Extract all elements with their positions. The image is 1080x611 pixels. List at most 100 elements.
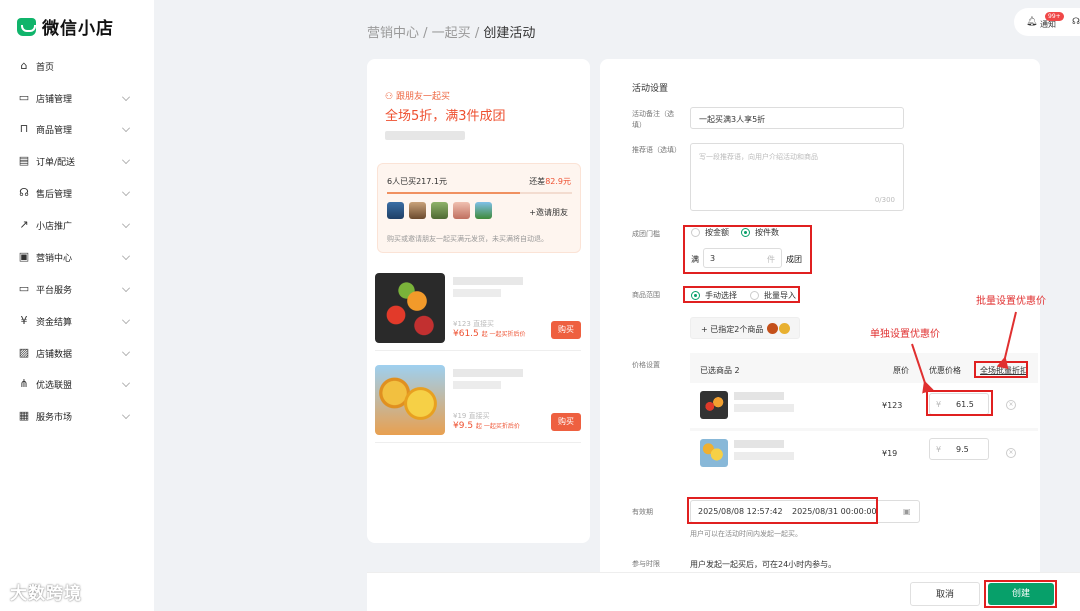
chevron-down-icon[interactable] — [122, 124, 130, 132]
section-title: 活动设置 — [632, 84, 669, 94]
sidebar-item[interactable]: ⊓ 商品管理 — [0, 113, 154, 145]
validity-hint: 用户可以在活动时间内发起一起买。 — [690, 530, 802, 538]
buy-button[interactable]: 购买 — [551, 413, 581, 431]
chevron-down-icon[interactable] — [122, 93, 130, 101]
radio-by-amount[interactable]: 按金额 — [691, 227, 729, 238]
preview-product: ¥123 直接买 ¥61.5 起 一起买折后价 购买 — [375, 269, 581, 351]
chevron-down-icon[interactable] — [122, 220, 130, 228]
sidebar-item-label: 商品管理 — [36, 126, 73, 136]
sidebar-item[interactable]: ▣ 营销中心 — [0, 241, 154, 273]
shop-bag-icon — [17, 17, 36, 36]
radio-dot — [691, 228, 700, 237]
calendar-icon[interactable]: ▣ — [903, 507, 911, 516]
product-name-blurred — [453, 277, 523, 285]
cancel-button[interactable]: 取消 — [910, 582, 980, 606]
sidebar-item[interactable]: ▨ 店铺数据 — [0, 337, 154, 369]
product-image — [375, 273, 445, 343]
sidebar: 微信小店 ⌂ 首页 ▭ 店铺管理 ⊓ 商品管理 ▤ 订单/配送 ☊ 售后管理 ↗ 小店推广 ▣ 营销中心 ▭… — [0, 0, 154, 611]
progress-tip: 购买或邀请朋友一起买满元发货，未买满将自动退。 — [387, 235, 548, 243]
sidebar-item-label: 小店推广 — [36, 222, 73, 232]
remove-icon[interactable]: × — [1006, 400, 1016, 410]
breadcrumb-separator: / — [419, 26, 432, 41]
chevron-down-icon[interactable] — [122, 284, 130, 292]
selected-products-label: + 已指定2个商品 — [701, 325, 764, 334]
bell-icon[interactable]: 🔔︎ — [1026, 17, 1037, 27]
network-icon: ⋔ — [19, 377, 29, 390]
sidebar-item-label: 售后管理 — [36, 190, 73, 200]
sidebar-item[interactable]: ¥ 资金结算 — [0, 305, 154, 337]
market-icon: ▦ — [18, 409, 30, 422]
preview-header-text: 跟朋友一起买 — [395, 92, 450, 102]
sidebar-item[interactable]: ▤ 订单/配送 — [0, 145, 154, 177]
chevron-down-icon[interactable] — [122, 188, 130, 196]
remark-label: 活动备注（选填） — [632, 110, 674, 129]
product-thumb — [700, 439, 728, 467]
breadcrumb: 营销中心 / 一起买 / 创建活动 — [367, 22, 535, 41]
sidebar-item[interactable]: ⌂ 首页 — [0, 50, 154, 82]
col-selected-products: 已选商品 2 — [700, 366, 740, 375]
sidebar-item[interactable]: ⋔ 优选联盟 — [0, 368, 154, 400]
product-name-blurred — [453, 369, 523, 377]
breadcrumb-group-buy[interactable]: 一起买 — [432, 26, 471, 41]
invite-friends-button[interactable]: +邀请朋友 — [529, 207, 568, 218]
discount-value: 9.5 — [956, 445, 969, 454]
headset-icon[interactable]: ☊ — [1072, 17, 1080, 27]
app-logo[interactable]: 微信小店 — [17, 14, 114, 39]
radio-label: 手动选择 — [705, 291, 737, 300]
radio-batch-import[interactable]: 批量导入 — [750, 290, 796, 301]
breadcrumb-marketing[interactable]: 营销中心 — [367, 26, 419, 41]
chevron-down-icon[interactable] — [122, 252, 130, 260]
join-limit-label: 参与时限 — [632, 560, 660, 568]
sidebar-item[interactable]: ▭ 平台服务 — [0, 273, 154, 305]
recommend-placeholder: 写一段推荐语，向用户介绍活动和商品 — [699, 153, 818, 161]
chevron-down-icon[interactable] — [122, 156, 130, 164]
threshold-quantity-input[interactable]: 3 件 — [703, 248, 782, 268]
product-thumb — [767, 323, 778, 334]
create-button[interactable]: 创建 — [988, 583, 1054, 605]
sidebar-item[interactable]: ▦ 服务市场 — [0, 400, 154, 432]
chevron-down-icon[interactable] — [122, 316, 130, 324]
sidebar-item[interactable]: ↗ 小店推广 — [0, 209, 154, 241]
row-original-price: ¥123 — [882, 401, 903, 410]
threshold-unit: 件 — [767, 255, 775, 264]
yen-icon: ¥ — [20, 314, 28, 327]
discount-price-input[interactable]: ¥ 9.5 — [929, 438, 989, 460]
sidebar-item-label: 订单/配送 — [36, 158, 76, 168]
remove-icon[interactable]: × — [1006, 448, 1016, 458]
sidebar-item-label: 营销中心 — [36, 254, 73, 264]
avatar — [387, 202, 404, 219]
breadcrumb-separator: / — [470, 26, 484, 41]
chevron-down-icon[interactable] — [122, 411, 130, 419]
radio-label: 按件数 — [755, 228, 779, 237]
validity-label: 有效期 — [632, 508, 653, 516]
radio-manual-select[interactable]: 手动选择 — [691, 290, 737, 301]
product-name-blurred — [734, 452, 794, 460]
progress-bought: 6人已买217.1元 — [387, 177, 447, 186]
preview-title: 全场5折，满3件成团 — [385, 109, 506, 124]
sidebar-item[interactable]: ☊ 售后管理 — [0, 177, 154, 209]
sidebar-item-label: 店铺管理 — [36, 95, 73, 105]
product-image — [375, 365, 445, 435]
group-price: ¥9.5 起 一起买折后价 — [453, 421, 520, 431]
chevron-down-icon[interactable] — [122, 379, 130, 387]
remark-input[interactable]: 一起买满3人享5折 — [690, 107, 904, 129]
sidebar-item-label: 店铺数据 — [36, 350, 73, 360]
activity-preview: ⚇ 跟朋友一起买 全场5折，满3件成团 6人已买217.1元 还差82.9元 +… — [367, 59, 590, 543]
radio-dot-selected — [691, 291, 700, 300]
sidebar-item[interactable]: ▭ 店铺管理 — [0, 82, 154, 114]
bag-icon: ⊓ — [19, 122, 29, 135]
buy-button[interactable]: 购买 — [551, 321, 581, 339]
selected-products-button[interactable]: + 已指定2个商品 — [690, 317, 800, 339]
arrow-to-discount-input — [911, 343, 934, 394]
preview-shop-name-blurred — [385, 131, 465, 140]
sidebar-item-label: 平台服务 — [36, 286, 73, 296]
chevron-down-icon[interactable] — [122, 348, 130, 356]
radio-by-count[interactable]: 按件数 — [741, 227, 779, 238]
order-icon: ▤ — [18, 154, 30, 167]
recommend-textarea[interactable]: 写一段推荐语，向用户介绍活动和商品 0/300 — [690, 143, 904, 211]
store-icon: ▭ — [18, 91, 30, 104]
radio-dot-selected — [741, 228, 750, 237]
radio-label: 按金额 — [705, 228, 729, 237]
row-original-price: ¥19 — [882, 449, 898, 458]
annotation-arrows — [911, 311, 1017, 394]
